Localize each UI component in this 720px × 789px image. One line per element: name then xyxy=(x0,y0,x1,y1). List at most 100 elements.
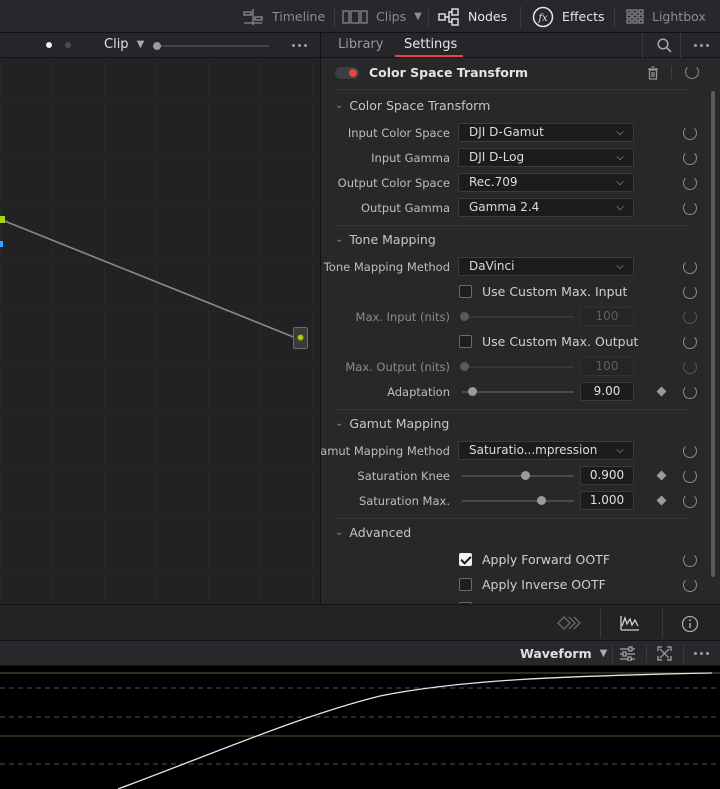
section-tone-mapping[interactable]: ⌄ Tone Mapping xyxy=(335,232,436,247)
waveform-graticule xyxy=(0,672,720,789)
scope-mode-value: Waveform xyxy=(520,646,592,661)
keyframe-icon[interactable] xyxy=(656,386,667,397)
node-input-handle[interactable] xyxy=(0,241,3,247)
input-gamma-dropdown[interactable]: DJI D-Log ⌵ xyxy=(458,148,634,167)
use-custom-max-output-label: Use Custom Max. Output xyxy=(482,334,639,349)
lightbox-button[interactable]: Lightbox xyxy=(626,0,706,33)
trash-icon[interactable] xyxy=(647,66,659,80)
section-advanced[interactable]: ⌄ Advanced xyxy=(335,525,411,540)
adaptation-field[interactable]: 9.00 xyxy=(580,382,634,401)
divider xyxy=(335,225,691,226)
reset-icon[interactable] xyxy=(683,469,697,483)
reset-effect-icon[interactable] xyxy=(685,65,699,79)
divider xyxy=(335,518,691,519)
lightbox-icon xyxy=(626,8,644,24)
saturation-max-field[interactable]: 1.000 xyxy=(580,491,634,510)
reset-icon[interactable] xyxy=(683,260,697,274)
more-options-icon[interactable] xyxy=(694,44,709,47)
gamut-mapping-method-dropdown[interactable]: Saturatio...mpression ⌵ xyxy=(458,441,634,460)
apply-inverse-ootf-checkbox[interactable] xyxy=(459,578,472,591)
effects-button[interactable]: fx Effects xyxy=(532,0,605,33)
timeline-button[interactable]: Timeline xyxy=(242,0,325,33)
keyframes-icon[interactable] xyxy=(556,615,582,631)
scope-header: Waveform ▼ xyxy=(0,641,720,666)
max-output-label: Max. Output (nits) xyxy=(345,360,450,374)
scope-mode-select[interactable]: Waveform ▼ xyxy=(520,646,607,661)
reset-icon[interactable] xyxy=(683,385,697,399)
reset-icon[interactable] xyxy=(683,126,697,140)
page-dot-active[interactable] xyxy=(46,42,52,48)
divider xyxy=(671,66,672,80)
clips-label: Clips xyxy=(376,9,407,24)
output-gamma-label: Output Gamma xyxy=(360,201,450,215)
slider-knob[interactable] xyxy=(537,496,546,505)
reset-icon[interactable] xyxy=(683,201,697,215)
divider xyxy=(334,6,335,28)
section-color-space-transform[interactable]: ⌄ Color Space Transform xyxy=(335,98,490,113)
saturation-max-slider[interactable] xyxy=(462,496,574,505)
dropdown-value: DJI D-Gamut xyxy=(469,125,544,139)
use-custom-max-input-checkbox[interactable] xyxy=(459,285,472,298)
reset-icon[interactable] xyxy=(683,335,697,349)
reset-icon[interactable] xyxy=(683,494,697,508)
expand-icon[interactable] xyxy=(657,646,672,661)
reset-icon[interactable] xyxy=(683,553,697,567)
keyframe-icon[interactable] xyxy=(656,495,667,506)
tab-library[interactable]: Library xyxy=(338,37,383,52)
reset-icon[interactable] xyxy=(683,444,697,458)
divider xyxy=(662,609,663,638)
inspector-tabs: Library Settings xyxy=(321,33,720,58)
page-dot[interactable] xyxy=(65,42,71,48)
node-graph[interactable] xyxy=(0,58,320,604)
scope-settings-icon[interactable] xyxy=(619,646,636,661)
more-options-icon[interactable] xyxy=(292,44,307,47)
chevron-down-icon: ⌵ xyxy=(616,177,624,188)
zoom-slider[interactable] xyxy=(153,42,269,50)
node-connection-line xyxy=(1,219,297,339)
nodes-button[interactable]: Nodes xyxy=(438,0,507,33)
adaptation-slider[interactable] xyxy=(462,387,574,396)
inspector-scrollbar[interactable] xyxy=(711,91,715,577)
apply-forward-ootf-checkbox[interactable] xyxy=(459,553,472,566)
input-color-space-dropdown[interactable]: DJI D-Gamut ⌵ xyxy=(458,123,634,142)
slider-knob[interactable] xyxy=(521,471,530,480)
section-gamut-mapping[interactable]: ⌄ Gamut Mapping xyxy=(335,416,449,431)
saturation-knee-slider[interactable] xyxy=(462,471,574,480)
divider xyxy=(683,644,684,663)
node-output-handle[interactable] xyxy=(0,216,5,223)
dropdown-value: Rec.709 xyxy=(469,175,518,189)
more-options-icon[interactable] xyxy=(694,652,709,655)
reset-icon[interactable] xyxy=(683,151,697,165)
slider-knob[interactable] xyxy=(468,387,477,396)
input-gamma-label: Input Gamma xyxy=(371,151,450,165)
reset-icon[interactable] xyxy=(683,176,697,190)
divider xyxy=(428,6,429,28)
chevron-down-icon: ⌵ xyxy=(616,202,624,213)
reset-icon[interactable] xyxy=(683,285,697,299)
keyframe-icon[interactable] xyxy=(656,470,667,481)
search-icon[interactable] xyxy=(657,38,672,53)
reset-icon[interactable] xyxy=(683,578,697,592)
effect-enable-toggle[interactable] xyxy=(335,67,359,79)
tone-mapping-method-dropdown[interactable]: DaVinci ⌵ xyxy=(458,257,634,276)
chevron-down-icon: ⌵ xyxy=(616,127,624,138)
clips-button[interactable]: Clips ▼ xyxy=(342,0,422,33)
use-custom-max-output-checkbox[interactable] xyxy=(459,335,472,348)
info-icon[interactable] xyxy=(681,615,699,633)
output-gamma-dropdown[interactable]: Gamma 2.4 ⌵ xyxy=(458,198,634,217)
reset-icon xyxy=(683,310,697,324)
chevron-down-icon: ▼ xyxy=(599,648,608,659)
output-node[interactable] xyxy=(293,327,308,349)
chevron-down-icon: ⌵ xyxy=(616,152,624,163)
tab-settings[interactable]: Settings xyxy=(404,37,457,52)
output-node-dot xyxy=(297,334,304,341)
zoom-slider-knob[interactable] xyxy=(153,42,161,50)
output-color-space-dropdown[interactable]: Rec.709 ⌵ xyxy=(458,173,634,192)
scopes-icon[interactable] xyxy=(619,614,641,632)
node-mode-select[interactable]: Clip ▼ xyxy=(104,37,144,52)
saturation-knee-field[interactable]: 0.900 xyxy=(580,466,634,485)
chevron-down-icon: ⌄ xyxy=(335,100,344,111)
divider xyxy=(614,6,615,28)
gamut-mapping-method-label: Gamut Mapping Method xyxy=(321,444,450,458)
max-output-field: 100 xyxy=(580,357,634,376)
